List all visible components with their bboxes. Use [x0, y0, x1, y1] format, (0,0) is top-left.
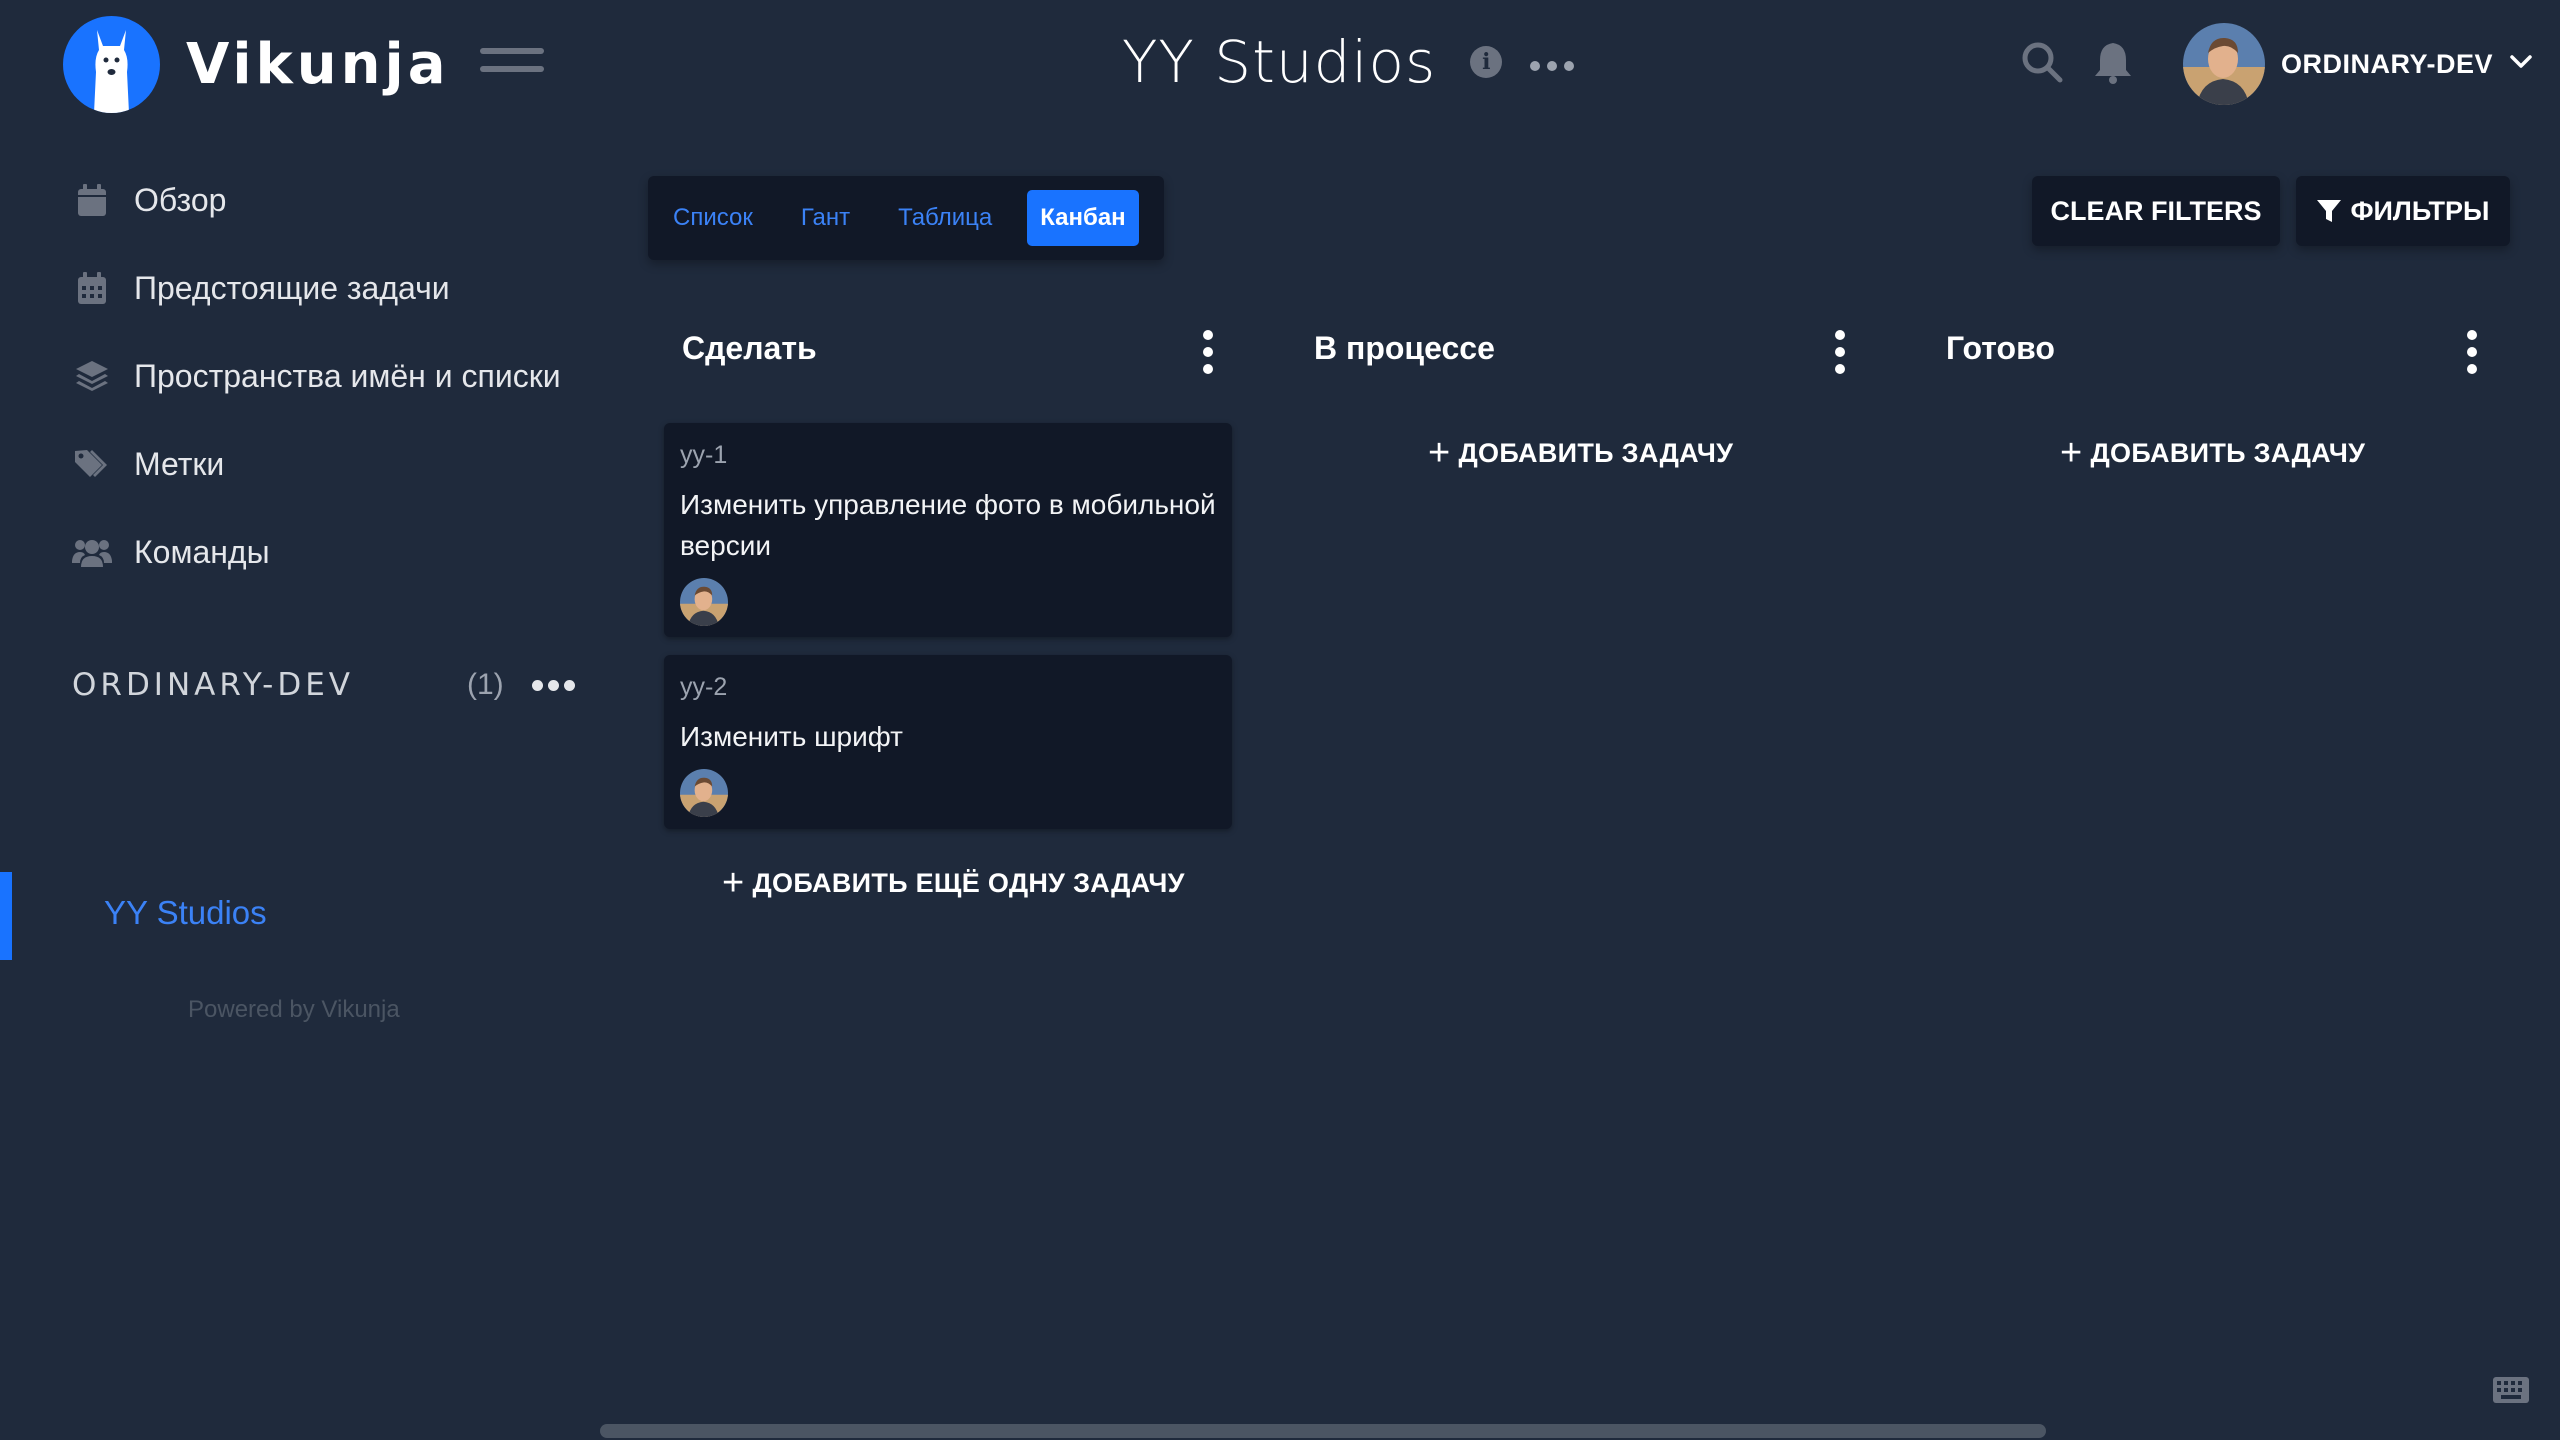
tags-icon	[72, 444, 112, 484]
add-task-button[interactable]: + ДОБАВИТЬ ЗАДАЧУ	[1428, 434, 1733, 472]
add-task-label: ДОБАВИТЬ ЗАДАЧУ	[1458, 437, 1734, 468]
task-card[interactable]: yy-1 Изменить управление фото в мобильно…	[664, 423, 1232, 637]
llama-logo-icon	[63, 16, 160, 113]
namespace-header[interactable]: ORDINARY-DEV (1)	[72, 660, 575, 710]
bucket-title-todo: Сделать	[682, 330, 817, 366]
namespace-title: ORDINARY-DEV	[72, 667, 355, 703]
add-task-label: ДОБАВИТЬ ЗАДАЧУ	[2090, 437, 2366, 468]
sidebar-item-label: Метки	[134, 445, 225, 482]
sidebar-item-namespaces[interactable]: Пространства имён и списки	[72, 356, 561, 396]
calendar-grid-icon	[72, 268, 112, 308]
sidebar-item-label: Обзор	[134, 181, 227, 218]
add-task-label: ДОБАВИТЬ ЕЩЁ ОДНУ ЗАДАЧУ	[752, 867, 1185, 898]
bucket-title-in-progress: В процессе	[1314, 330, 1495, 366]
user-menu[interactable]: ORDINARY-DEV	[2183, 23, 2533, 105]
keyboard-icon[interactable]	[2492, 1376, 2530, 1409]
powered-by: Powered by Vikunja	[188, 996, 400, 1023]
horizontal-scrollbar[interactable]	[600, 1424, 2046, 1438]
tab-list[interactable]: Список	[660, 190, 766, 246]
filter-icon	[2316, 198, 2342, 224]
assignee-avatar	[680, 769, 728, 817]
plus-icon: +	[1428, 432, 1451, 474]
bucket-title-done: Готово	[1946, 330, 2055, 366]
clear-filters-label: CLEAR FILTERS	[2050, 195, 2262, 226]
project-header: YY Studios i	[1122, 28, 1575, 96]
page-title: YY Studios	[1122, 28, 1437, 96]
sidebar-item-label: Предстоящие задачи	[134, 269, 450, 306]
active-indicator	[0, 872, 12, 960]
add-task-button[interactable]: + ДОБАВИТЬ ЗАДАЧУ	[2060, 434, 2365, 472]
hamburger-menu-button[interactable]	[480, 48, 544, 78]
project-more-icon[interactable]	[1530, 61, 1575, 71]
chevron-down-icon	[2509, 54, 2533, 75]
view-switcher: Список Гант Таблица Канбан	[648, 176, 1164, 260]
plus-icon: +	[2060, 432, 2083, 474]
calendar-icon	[72, 180, 112, 220]
top-bar: Vikunja YY Studios i ORDINARY-DEV	[0, 0, 2560, 130]
logo[interactable]: Vikunja	[63, 16, 450, 113]
sidebar-item-label: Пространства имён и списки	[134, 357, 561, 394]
sidebar-item-label: Команды	[134, 533, 270, 570]
tab-gantt[interactable]: Гант	[788, 190, 863, 246]
sidebar-project-yy-studios[interactable]: YY Studios	[104, 894, 267, 932]
top-actions	[2020, 40, 2134, 89]
assignee-avatar	[680, 578, 728, 626]
sidebar-item-overview[interactable]: Обзор	[72, 180, 226, 220]
task-card[interactable]: yy-2 Изменить шрифт	[664, 655, 1232, 829]
filters-label: ФИЛЬТРЫ	[2350, 195, 2490, 226]
search-icon[interactable]	[2020, 40, 2064, 89]
task-id: yy-1	[680, 441, 728, 469]
namespace-count: (1)	[467, 668, 504, 701]
task-title: Изменить шрифт	[680, 721, 904, 752]
user-name: ORDINARY-DEV	[2281, 48, 2494, 79]
tab-table[interactable]: Таблица	[885, 190, 1005, 246]
filters-button[interactable]: ФИЛЬТРЫ	[2296, 176, 2510, 246]
bucket-menu-icon[interactable]	[1830, 330, 1850, 374]
users-icon	[72, 532, 112, 572]
sidebar-item-upcoming[interactable]: Предстоящие задачи	[72, 268, 450, 308]
task-id: yy-2	[680, 673, 728, 701]
bell-icon[interactable]	[2092, 40, 2134, 89]
add-another-task-button[interactable]: + ДОБАВИТЬ ЕЩЁ ОДНУ ЗАДАЧУ	[722, 864, 1185, 902]
bucket-menu-icon[interactable]	[1198, 330, 1218, 374]
clear-filters-button[interactable]: CLEAR FILTERS	[2032, 176, 2280, 246]
namespace-more-icon[interactable]	[532, 679, 575, 691]
layers-icon	[72, 356, 112, 396]
sidebar-item-teams[interactable]: Команды	[72, 532, 270, 572]
info-icon[interactable]: i	[1470, 46, 1503, 78]
bucket-menu-icon[interactable]	[2462, 330, 2482, 374]
task-title: Изменить управление фото в мобильной вер…	[680, 489, 1216, 561]
avatar	[2183, 23, 2265, 105]
app-name: Vikunja	[186, 32, 450, 97]
tab-kanban[interactable]: Канбан	[1027, 190, 1139, 246]
sidebar-item-labels[interactable]: Метки	[72, 444, 224, 484]
plus-icon: +	[722, 862, 745, 904]
